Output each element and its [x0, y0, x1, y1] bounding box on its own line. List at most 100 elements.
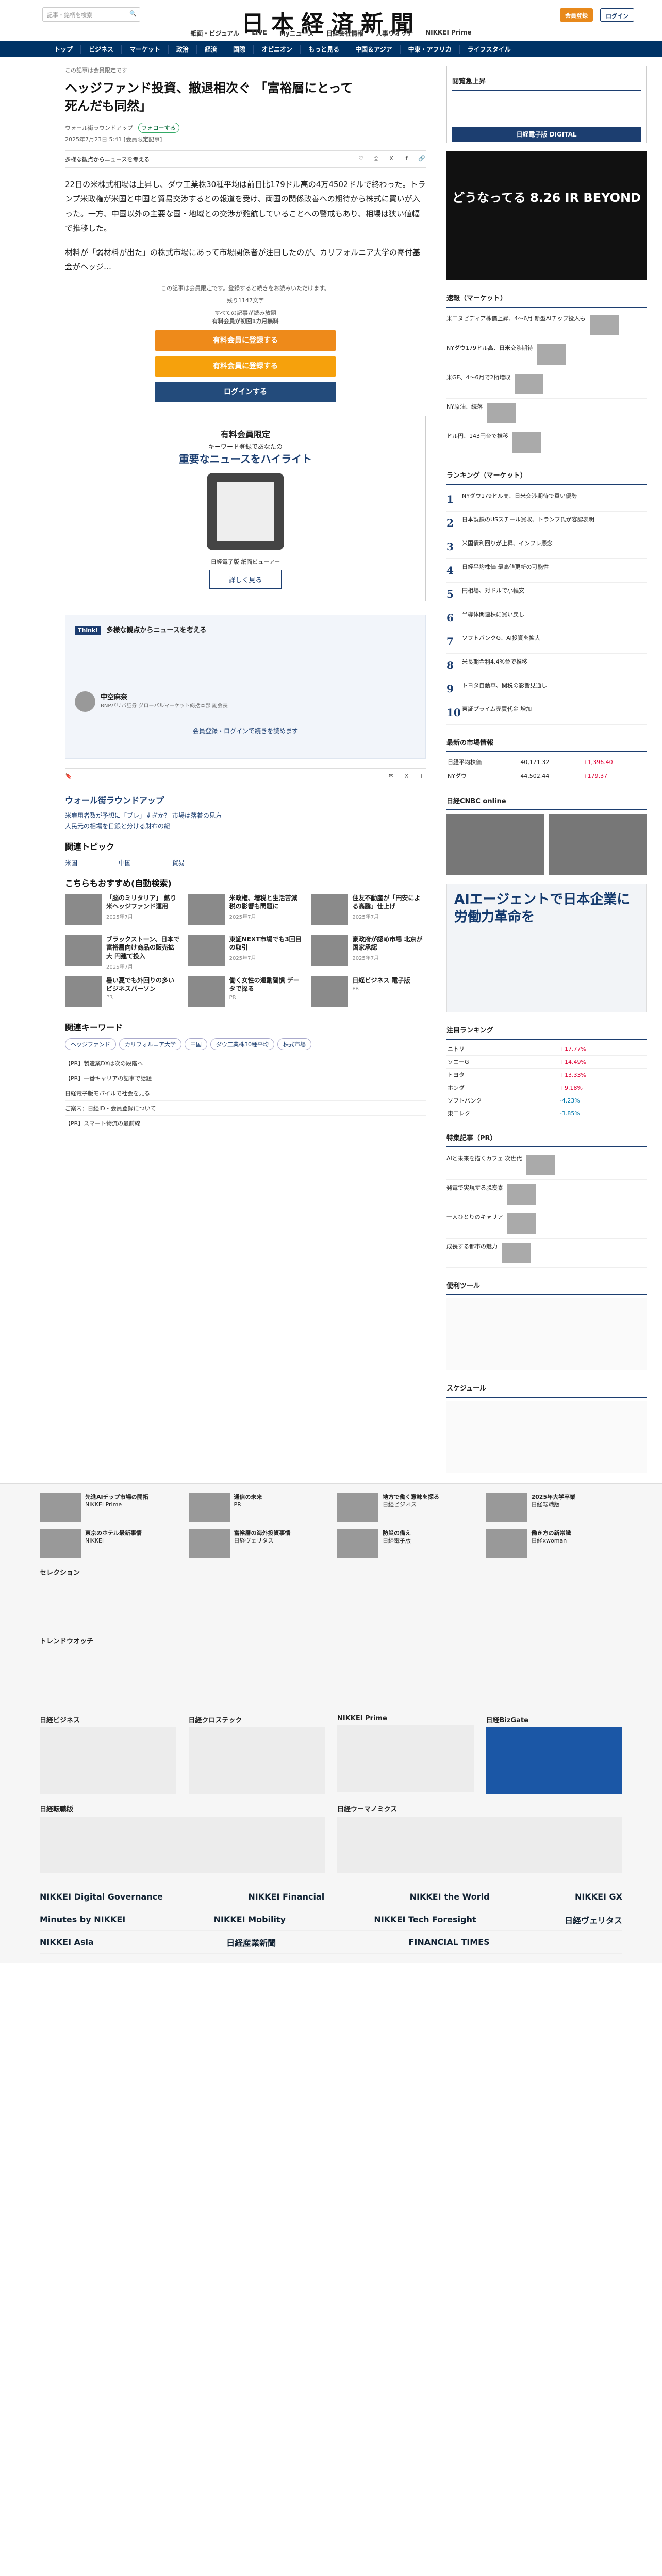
footer-card[interactable]: 富裕層の海外投資事情 日経ヴェリタス [188, 1529, 325, 1558]
nav-item[interactable]: 政治 [169, 44, 197, 54]
pr-link[interactable]: 【PR】一番キャリアの記事で話題 [65, 1070, 426, 1086]
recommend-card[interactable]: 米政権、増税と生活苦減税の影響も問題に 2025年7月 [188, 893, 303, 929]
ranking-item[interactable]: 1 NYダウ179ドル高、日米交渉期待で買い優勢 [446, 488, 647, 512]
ranking-item[interactable]: 7 ソフトバンクG、AI投資を拡大 [446, 630, 647, 654]
pr-link[interactable]: 【PR】製造業DXは次の段階へ [65, 1055, 426, 1071]
recommend-card[interactable]: 東証NEXT市場でも3回目の取引 2025年7月 [188, 935, 303, 970]
related-link[interactable]: 人民元の相場を日銀と分ける財布の紐 [65, 822, 426, 831]
brand-link[interactable]: NIKKEI the World [410, 1892, 490, 1902]
footer-block[interactable] [188, 1727, 325, 1794]
brand-link[interactable]: NIKKEI Financial [248, 1892, 324, 1902]
recommend-card[interactable]: ブラックストーン、日本で富裕層向け商品の販売拡大 円建て投入 2025年7月 [65, 935, 180, 970]
think-link[interactable]: 会員登録・ログインで続きを読めます [75, 726, 416, 735]
related-section[interactable]: ウォール街ラウンドアップ [65, 793, 426, 806]
pr-item[interactable]: 発電で実現する脱炭素 [446, 1180, 647, 1209]
footer-card[interactable]: 通信の未来 PR [188, 1493, 325, 1522]
nav-item[interactable]: ビジネス [81, 44, 122, 54]
footer-card[interactable]: 2025年大学卒業 日経転職版 [486, 1493, 623, 1522]
nav-item[interactable]: もっと見る [301, 44, 348, 54]
footer-card[interactable]: 地方で働く意味を探る 日経ビジネス [337, 1493, 474, 1522]
ranking-item[interactable]: 10 東証プライム売買代金 増加 [446, 701, 647, 725]
search-icon[interactable]: 🔍 [129, 10, 137, 17]
promo-more-button[interactable]: 詳しく見る [209, 569, 282, 589]
keyword-tag[interactable]: カリフォルニア大学 [119, 1038, 181, 1050]
market-row[interactable]: NYダウ 44,502.44 +179.37 [446, 769, 647, 783]
register-button-2[interactable]: 有料会員に登録する [155, 355, 336, 377]
stock-row[interactable]: ソニーG +14.49% [446, 1055, 647, 1069]
related-link[interactable]: 米雇用者数が予想に「ブレ」すぎか？ 市場は落着の見方 [65, 811, 426, 820]
brand-link[interactable]: NIKKEI Digital Governance [40, 1892, 163, 1902]
news-item[interactable]: ドル円、143円台で推移 [446, 428, 647, 457]
schedule-list[interactable] [446, 1401, 647, 1473]
ranking-item[interactable]: 2 日本製鉄のUSスチール買収、トランプ氏が容認表明 [446, 512, 647, 535]
ranking-item[interactable]: 9 トヨタ自動車、関税の影響見通し [446, 677, 647, 701]
save-icon[interactable]: ♡ [357, 155, 365, 162]
ranking-item[interactable]: 4 日経平均株価 最高値更新の可能性 [446, 559, 647, 583]
ranking-item[interactable]: 6 半導体関連株に買い戻し [446, 606, 647, 630]
nav-item[interactable]: オピニオン [254, 44, 301, 54]
ad-ai[interactable]: AIエージェントで日本企業に労働力革命を [446, 884, 647, 1012]
recommend-card[interactable]: 「脳のミリタリア」 鉱り米ヘッジファンド運用 2025年7月 [65, 893, 180, 929]
follow-button[interactable]: フォローする [138, 122, 179, 133]
ranking-item[interactable]: 5 円相場、対ドルで小幅安 [446, 583, 647, 606]
ad-link-via-trust[interactable] [486, 1727, 622, 1794]
mail-icon[interactable]: ✉ [387, 773, 395, 779]
login-button[interactable]: ログイン [600, 8, 634, 22]
keyword-tag[interactable]: ヘッジファンド [65, 1038, 116, 1050]
stock-row[interactable]: 東エレク -3.85% [446, 1107, 647, 1120]
subnav-item[interactable]: NIKKEI Prime [425, 29, 471, 38]
recommend-card[interactable]: 働く女性の運動習慣 データで探る PR [188, 976, 303, 1011]
market-row[interactable]: 日経平均株価 40,171.32 +1,396.40 [446, 755, 647, 769]
topic-link[interactable]: 米国 [65, 858, 77, 867]
recommend-card[interactable]: 住友不動産が「円安による高騰」仕上げ 2025年7月 [311, 893, 426, 929]
subnav-item[interactable]: Myニュース [279, 29, 314, 38]
brand-link[interactable]: NIKKEI GX [575, 1892, 622, 1902]
nav-item[interactable]: 経済 [197, 44, 226, 54]
video-thumb[interactable] [549, 814, 647, 875]
nav-item[interactable]: 中国＆アジア [347, 44, 401, 54]
ad-banner[interactable]: どうなってる 8.26 IR BEYOND [446, 151, 647, 280]
pr-link[interactable]: 日経電子版モバイルで社会を見る [65, 1085, 426, 1100]
nav-item[interactable]: マーケット [122, 44, 169, 54]
nav-item[interactable]: ライフスタイル [460, 45, 519, 54]
topic-link[interactable]: 中国 [119, 858, 131, 867]
nav-item[interactable]: 中東・アフリカ [401, 44, 460, 54]
stock-row[interactable]: ニトリ +17.77% [446, 1043, 647, 1056]
topic-link[interactable]: 貿易 [172, 858, 185, 867]
news-item[interactable]: NY原油、続落 [446, 399, 647, 428]
tools-grid[interactable] [446, 1298, 647, 1370]
news-item[interactable]: 米GE、4～6月で2桁増収 [446, 369, 647, 399]
save-icon[interactable]: 🔖 [65, 773, 72, 779]
search-input[interactable]: 記事・銘柄を検索 🔍 [42, 7, 140, 22]
nav-item[interactable]: 国際 [225, 44, 254, 54]
login-button-paywall[interactable]: ログインする [155, 381, 336, 402]
subnav-item[interactable]: LIVE [252, 29, 267, 38]
footer-card[interactable]: 働き方の新常識 日経xwoman [486, 1529, 623, 1558]
nav-item[interactable]: トップ [46, 44, 81, 54]
stock-row[interactable]: ソフトバンク -4.23% [446, 1094, 647, 1107]
footer-block[interactable] [40, 1727, 176, 1794]
section-link[interactable]: ウォール街ラウンドアップ [65, 125, 133, 131]
link-icon[interactable]: 🔗 [418, 155, 426, 162]
footer-block[interactable] [40, 1817, 325, 1873]
keyword-tag[interactable]: ダウ工業株30種平均 [210, 1038, 274, 1050]
pr-link[interactable]: 【PR】スマート物流の最前線 [65, 1115, 426, 1130]
digital-banner[interactable]: 日経電子版 DIGITAL [452, 127, 641, 142]
footer-card[interactable]: 先進AIチップ市場の開拓 NIKKEI Prime [40, 1493, 176, 1522]
recommend-card[interactable]: 豪政府が認め市場 北京が国家承認 2025年7月 [311, 935, 426, 970]
facebook-icon[interactable]: f [418, 773, 426, 779]
brand-link[interactable]: NIKKEI Tech Foresight [374, 1914, 476, 1924]
footer-block[interactable] [337, 1817, 622, 1873]
subnav-item[interactable]: 紙面・ビジュアル [190, 29, 239, 38]
stock-row[interactable]: トヨタ +13.33% [446, 1068, 647, 1081]
brand-link[interactable]: NIKKEI Asia [40, 1937, 94, 1947]
footer-card[interactable]: 東京のホテル最新事情 NIKKEI [40, 1529, 176, 1558]
recommend-card[interactable]: 日経ビジネス 電子版 PR [311, 976, 426, 1011]
ranking-item[interactable]: 8 米長期金利4.4%台で推移 [446, 654, 647, 677]
footer-block[interactable] [337, 1725, 474, 1792]
pr-item[interactable]: 一人ひとりのキャリア [446, 1209, 647, 1239]
ranking-item[interactable]: 3 米国債利回りが上昇、インフレ懸念 [446, 535, 647, 559]
pr-item[interactable]: 成長する都市の魅力 [446, 1239, 647, 1268]
register-button[interactable]: 有料会員に登録する [155, 330, 336, 351]
pr-item[interactable]: AIと未来を描くカフェ 次世代 [446, 1150, 647, 1180]
